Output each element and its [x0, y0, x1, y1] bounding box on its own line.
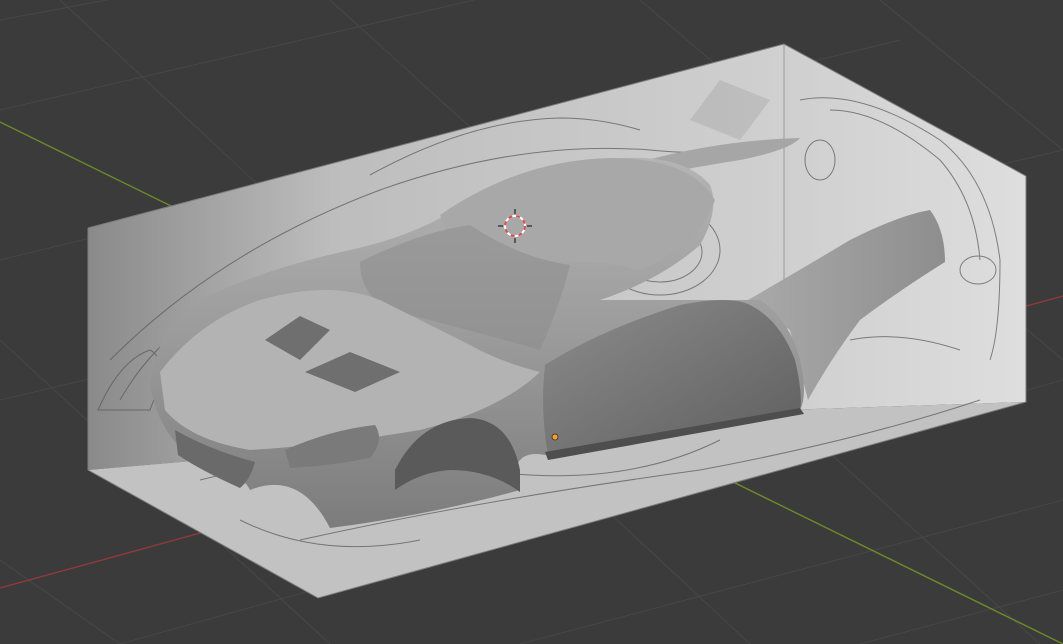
- object-origin-point[interactable]: [551, 433, 559, 441]
- 3d-viewport[interactable]: [0, 0, 1063, 644]
- viewport-canvas[interactable]: [0, 0, 1063, 644]
